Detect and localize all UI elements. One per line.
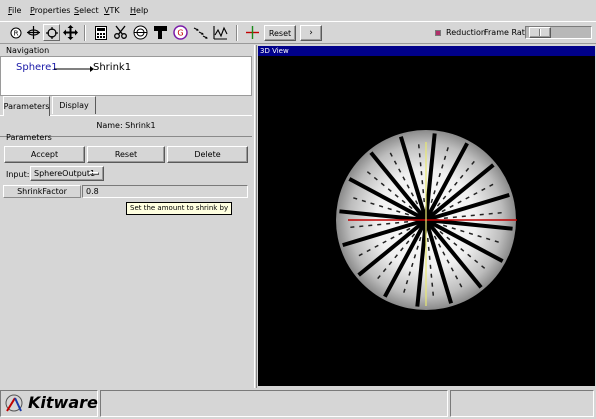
translate-icon[interactable] — [62, 24, 79, 41]
toolbar: R G Reset › Reduction Frame Rate — [0, 22, 596, 44]
toolbar-separator — [236, 25, 238, 41]
menu-file[interactable]: File — [8, 6, 21, 15]
threshold-icon[interactable] — [152, 24, 169, 41]
frame-rate-label: Frame Rate — [484, 28, 530, 37]
input-select-value: SphereOutput1 — [34, 169, 96, 178]
rotate-icon[interactable] — [25, 24, 42, 41]
reduction-checkbox[interactable] — [435, 30, 441, 36]
reset-view-button[interactable]: Reset — [264, 25, 296, 41]
frame-rate-slider-thumb[interactable] — [529, 27, 551, 38]
glyph-icon[interactable] — [192, 24, 209, 41]
shrink-factor-tooltip: Set the amount to shrink by — [126, 202, 233, 215]
nav-node-sphere1[interactable]: Sphere1 — [16, 62, 58, 73]
logo-area: Kitware — [0, 390, 98, 417]
svg-text:G: G — [177, 29, 183, 38]
status-message — [100, 390, 448, 417]
accept-button[interactable]: Accept — [4, 146, 85, 163]
left-panel: Navigation Sphere1 Shrink1 Parameters Di… — [0, 45, 256, 388]
navigation-pane: Sphere1 Shrink1 — [0, 56, 252, 96]
reduction-label: Reduction — [446, 28, 486, 37]
tab-display[interactable]: Display — [52, 96, 96, 114]
menu-select[interactable]: Select — [74, 6, 99, 15]
kitware-logo-text: Kitware — [28, 393, 98, 412]
menu-properties[interactable]: Properties — [30, 6, 70, 15]
panel-splitter[interactable] — [254, 45, 257, 388]
shrunk-sphere-render — [336, 130, 517, 310]
menu-help[interactable]: Help — [130, 6, 148, 15]
rotate-3d-icon[interactable] — [43, 24, 60, 41]
clip-icon[interactable]: G — [172, 24, 189, 41]
tab-parameters[interactable]: Parameters — [3, 96, 50, 116]
input-label: Input: — [6, 170, 30, 179]
calculator-icon[interactable] — [92, 24, 109, 41]
next-view-button[interactable]: › — [300, 25, 322, 41]
probe-icon[interactable] — [212, 24, 229, 41]
shrink-factor-input[interactable]: 0.8 — [82, 185, 248, 198]
axes-icon[interactable] — [244, 24, 261, 41]
nav-node-shrink1[interactable]: Shrink1 — [93, 62, 131, 73]
reset-button[interactable]: Reset — [87, 146, 165, 163]
svg-text:R: R — [13, 29, 18, 37]
module-name-text: Name: Shrink1 — [96, 121, 156, 130]
render-view[interactable] — [258, 56, 595, 386]
view-title: 3D View — [258, 46, 595, 56]
menu-bar: File Properties Select VTK Help — [0, 0, 596, 22]
status-progress — [450, 390, 594, 417]
option-menu-indicator-icon — [89, 172, 99, 175]
input-select[interactable]: SphereOutput1 — [30, 166, 104, 181]
frame-rate-slider[interactable] — [525, 26, 592, 39]
parameters-group-label: Parameters — [6, 133, 52, 142]
navigation-label: Navigation — [6, 46, 50, 55]
toolbar-separator — [84, 25, 86, 41]
kitware-logo-icon — [5, 394, 23, 412]
nav-arrow-icon — [54, 66, 94, 72]
contour-icon[interactable] — [132, 24, 149, 41]
cut-icon[interactable] — [112, 24, 129, 41]
shrink-factor-label: ShrinkFactor — [3, 185, 81, 198]
menu-vtk[interactable]: VTK — [104, 6, 120, 15]
reset-camera-icon[interactable]: R — [7, 24, 24, 41]
delete-button[interactable]: Delete — [167, 146, 248, 163]
